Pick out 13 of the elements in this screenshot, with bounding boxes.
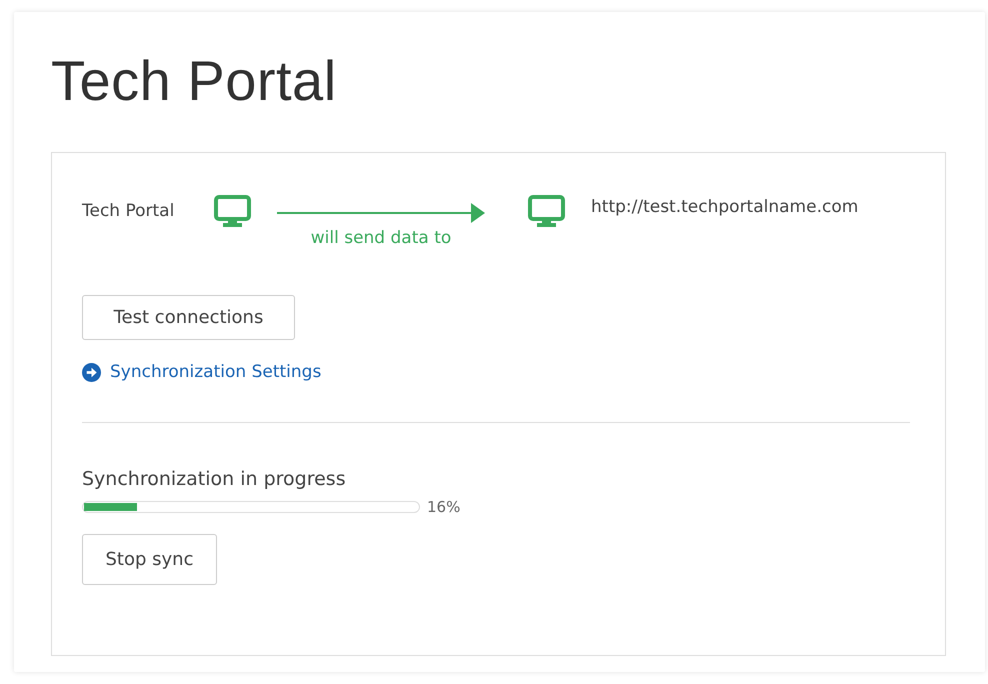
source-label: Tech Portal: [82, 201, 176, 221]
target-url: http://test.techportalname.com: [591, 197, 858, 217]
page-title: Tech Portal: [51, 50, 338, 112]
arrow-circle-icon: [82, 362, 101, 382]
monitor-icon: [528, 195, 565, 229]
settings-link[interactable]: Synchronization Settings: [110, 362, 322, 382]
test-connections-button[interactable]: Test connections: [82, 295, 295, 340]
stop-sync-button[interactable]: Stop sync: [82, 534, 217, 585]
monitor-icon: [214, 195, 251, 229]
arrow-icon: [277, 202, 485, 224]
progress-label: Synchronization in progress: [82, 468, 347, 490]
progress-percent: 16%: [427, 498, 460, 516]
arrow-caption: will send data to: [310, 228, 452, 248]
